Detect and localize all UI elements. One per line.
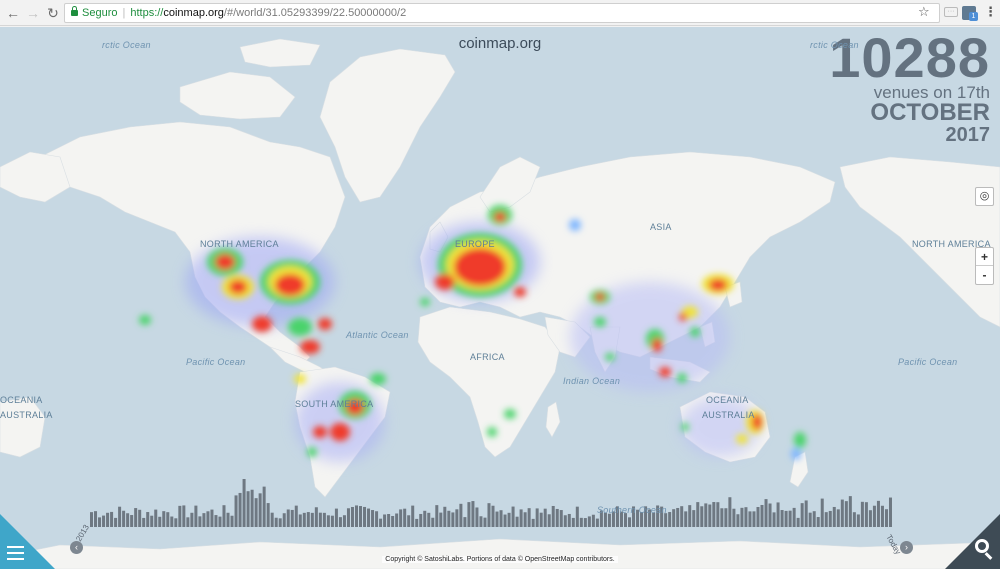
- forward-arrow-icon[interactable]: →: [24, 4, 42, 22]
- label-australia-left: AUSTRALIA: [0, 410, 53, 420]
- label-australia: AUSTRALIA: [702, 410, 755, 420]
- zoom-out-button[interactable]: -: [976, 266, 993, 284]
- label-europe: EUROPE: [455, 239, 495, 249]
- timeline-next-button[interactable]: ›: [900, 541, 913, 554]
- lock-icon: [71, 6, 78, 16]
- zoom-in-button[interactable]: +: [976, 248, 993, 266]
- search-corner-button[interactable]: [945, 514, 1000, 569]
- locate-button[interactable]: ◎: [975, 187, 994, 206]
- label-pacific-left: Pacific Ocean: [186, 357, 246, 367]
- label-indian: Indian Ocean: [563, 376, 621, 386]
- hamburger-menu-icon[interactable]: [7, 546, 24, 564]
- venue-month: OCTOBER: [870, 99, 990, 126]
- extension-icon[interactable]: ···: [944, 7, 958, 17]
- bookmark-star-icon[interactable]: ☆: [918, 4, 930, 20]
- address-bar[interactable]: Seguro | https://coinmap.org/#/world/31.05…: [64, 3, 940, 23]
- label-atlantic: Atlantic Ocean: [346, 330, 409, 340]
- timeline-start-label: 2013: [74, 523, 91, 543]
- locate-icon: ◎: [979, 190, 990, 202]
- label-africa: AFRICA: [470, 352, 505, 362]
- back-arrow-icon[interactable]: ←: [4, 4, 22, 22]
- venue-year: 2017: [945, 124, 991, 146]
- label-oceania: OCEANIA: [706, 395, 749, 405]
- browser-menu-icon[interactable]: ⋮: [984, 4, 997, 20]
- copyright-notice: Copyright © SatoshiLabs. Portions of dat…: [0, 556, 1000, 563]
- label-south-america: SOUTH AMERICA: [295, 399, 374, 409]
- copyright-text: Copyright © SatoshiLabs. Portions of dat…: [382, 556, 618, 563]
- label-north-america: NORTH AMERICA: [200, 239, 279, 249]
- url-path: /#/world/31.05293399/22.50000000/2: [223, 7, 407, 19]
- secure-label: Seguro: [82, 7, 118, 19]
- label-pacific-right: Pacific Ocean: [898, 357, 958, 367]
- zoom-control: + -: [975, 247, 994, 285]
- url-protocol: https://: [130, 7, 164, 19]
- label-arctic-right: rctic Ocean: [810, 40, 859, 50]
- label-arctic-left: rctic Ocean: [102, 40, 151, 50]
- venue-count: 10288: [829, 27, 990, 89]
- world-map[interactable]: coinmap.org 10288 venues on 17th OCTOBER…: [0, 27, 1000, 569]
- url-separator: |: [122, 7, 126, 19]
- label-oceania-left: OCEANIA: [0, 395, 43, 405]
- reload-icon[interactable]: ↻: [44, 4, 62, 22]
- browser-toolbar: ← → ↻ Seguro | https://coinmap.org/#/world…: [0, 0, 1000, 26]
- url-host: coinmap.org: [163, 7, 224, 19]
- extension-counter-icon: 1: [969, 12, 978, 21]
- timeline: ‹ 2013 Today ›: [70, 499, 916, 559]
- label-asia: ASIA: [650, 222, 672, 232]
- search-icon[interactable]: [975, 539, 989, 553]
